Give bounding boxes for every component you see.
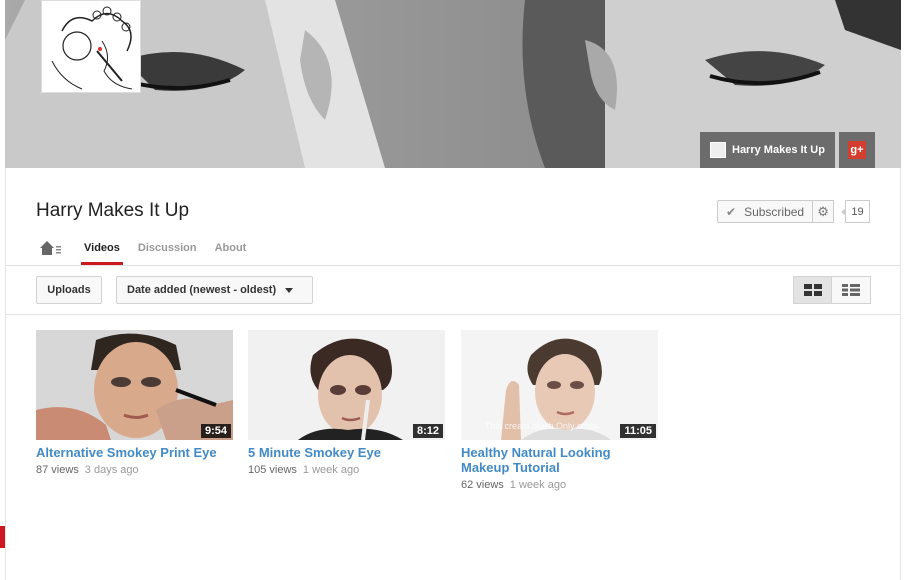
subscriber-count: 19 — [841, 200, 870, 223]
video-duration: 9:54 — [200, 424, 231, 438]
tab-home[interactable] — [36, 236, 66, 266]
video-title-link[interactable]: Alternative Smokey Print Eye — [36, 445, 233, 460]
video-meta: 62 views 1 week ago — [461, 479, 658, 491]
banner-channel-link-label: Harry Makes It Up — [732, 144, 825, 156]
chevron-down-icon — [285, 287, 294, 293]
subscribed-button[interactable]: ✔ Subscribed — [717, 200, 814, 223]
video-title-link[interactable]: 5 Minute Smokey Eye — [248, 445, 445, 460]
video-card: 9:54 Alternative Smokey Print Eye 87 vie… — [36, 330, 233, 476]
video-views: 62 views — [461, 479, 504, 491]
video-caption-overlay: This cream blush Only costs — [485, 421, 599, 431]
list-view-button[interactable] — [832, 276, 871, 304]
divider — [5, 314, 901, 315]
video-duration: 11:05 — [620, 424, 656, 438]
channel-banner: Harry Makes It Up g+ — [5, 0, 901, 168]
channel-title: Harry Makes It Up — [36, 200, 190, 221]
subscribed-label: Subscribed — [744, 204, 805, 219]
check-icon: ✔ — [726, 204, 737, 219]
google-plus-icon: g+ — [847, 141, 866, 159]
banner-links: Harry Makes It Up g+ — [700, 132, 875, 168]
video-title-link[interactable]: Healthy Natural Looking Makeup Tutorial — [461, 445, 658, 475]
channel-avatar[interactable] — [41, 0, 141, 93]
video-card: 8:12 5 Minute Smokey Eye 105 views 1 week… — [248, 330, 445, 476]
subscription-settings-button[interactable]: ⚙ — [813, 200, 835, 223]
tab-videos[interactable]: Videos — [81, 236, 123, 266]
video-duration: 8:12 — [412, 424, 443, 438]
list-icon — [842, 284, 860, 296]
channel-tabs: Videos Discussion About — [36, 236, 246, 266]
grid-view-button[interactable] — [793, 276, 832, 304]
channel-page: Harry Makes It Up g+ Harry Makes It Up ✔… — [0, 0, 904, 580]
avatar-illustration — [51, 6, 133, 90]
feedback-tab[interactable] — [0, 526, 5, 548]
video-thumbnail[interactable]: This cream blush Only costs 11:05 — [461, 330, 658, 440]
video-views: 105 views — [248, 464, 297, 476]
channel-thumbnail-icon — [710, 142, 726, 158]
google-plus-link[interactable]: g+ — [838, 132, 875, 168]
sort-label: Date added (newest - oldest) — [127, 284, 277, 296]
divider — [5, 265, 901, 266]
grid-icon — [803, 284, 822, 296]
video-views: 87 views — [36, 464, 79, 476]
gear-icon: ⚙ — [817, 203, 829, 219]
view-toggle — [793, 276, 871, 304]
uploads-label: Uploads — [47, 284, 91, 296]
video-meta: 87 views 3 days ago — [36, 464, 233, 476]
uploads-button[interactable]: Uploads — [36, 276, 102, 304]
video-thumbnail[interactable]: 9:54 — [36, 330, 233, 440]
video-meta: 105 views 1 week ago — [248, 464, 445, 476]
video-age: 3 days ago — [84, 464, 139, 476]
tab-about[interactable]: About — [215, 236, 247, 266]
subscribe-group: ✔ Subscribed ⚙ — [717, 200, 835, 223]
video-card: This cream blush Only costs 11:05 Health… — [461, 330, 658, 491]
video-thumbnail[interactable]: 8:12 — [248, 330, 445, 440]
banner-channel-link[interactable]: Harry Makes It Up — [700, 132, 835, 168]
tab-discussion[interactable]: Discussion — [138, 236, 197, 266]
video-age: 1 week ago — [509, 479, 567, 491]
sort-dropdown[interactable]: Date added (newest - oldest) — [116, 276, 313, 304]
home-icon — [40, 241, 61, 255]
video-age: 1 week ago — [302, 464, 360, 476]
